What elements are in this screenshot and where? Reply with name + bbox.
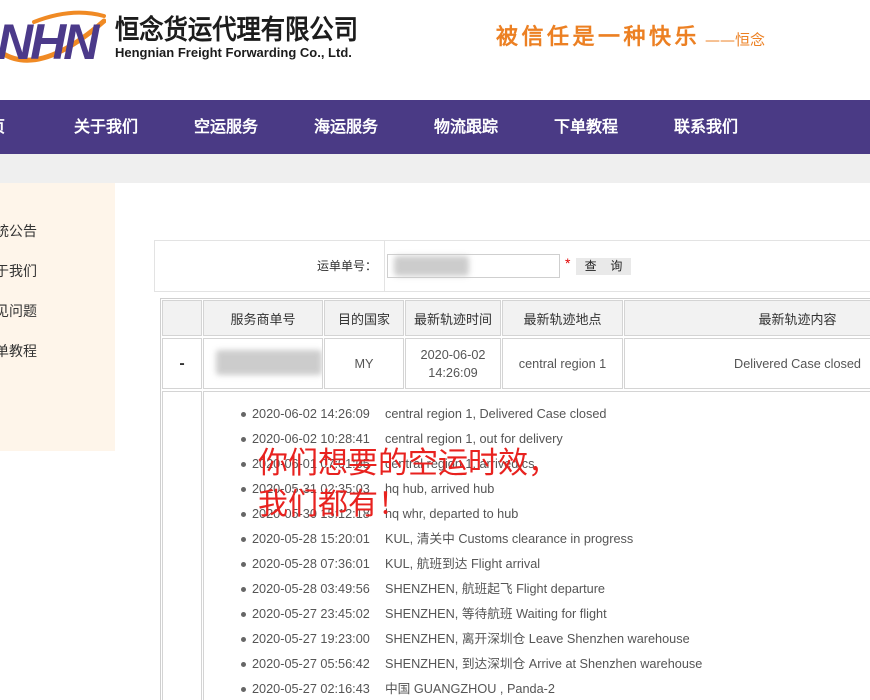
nav-item-contact[interactable]: 联系我们: [646, 100, 766, 154]
bullet-icon: [241, 487, 246, 492]
sidebar-item-faq[interactable]: 见问题: [0, 302, 37, 322]
event-time: 2020-05-27 23:45:02: [252, 607, 370, 621]
list-item: 2020-05-27 02:16:43 中国 GUANGZHOU , Panda-…: [240, 677, 860, 700]
header-cell-provider-number: 服务商单号: [203, 300, 323, 336]
latest-location-cell: central region 1: [502, 338, 623, 389]
event-time: 2020-05-28 07:36:01: [252, 557, 370, 571]
nav-item-home[interactable]: 页: [0, 100, 5, 154]
bullet-icon: [241, 537, 246, 542]
header-cell-latest-time: 最新轨迹时间: [405, 300, 501, 336]
latest-content: Delivered Case closed: [734, 356, 861, 371]
event-time: 2020-05-28 15:20:01: [252, 532, 370, 546]
nav-underband: [0, 154, 870, 183]
tracking-search-form: 运单单号： * 查 询: [154, 240, 870, 292]
sidebar: 统公告 于我们 见问题 单教程: [0, 183, 115, 451]
latest-time-cell: 2020-06-02 14:26:09: [405, 338, 501, 389]
tracking-number-input[interactable]: [387, 254, 560, 278]
sidebar-item-about[interactable]: 于我们: [0, 262, 37, 282]
company-logo[interactable]: NHN: [0, 7, 106, 73]
nav-item-tracking[interactable]: 物流跟踪: [406, 100, 526, 154]
nav-item-air-freight[interactable]: 空运服务: [166, 100, 286, 154]
sidebar-item-announcements[interactable]: 统公告: [0, 222, 37, 242]
sidebar-item-order-guide[interactable]: 单教程: [0, 342, 37, 362]
slogan-signature: ——恒念: [705, 31, 766, 49]
event-time: 2020-05-27 02:16:43: [252, 682, 370, 696]
list-item: 2020-05-28 15:20:01 KUL, 清关中 Customs clea…: [240, 527, 860, 552]
event-desc: SHENZHEN, 离开深圳仓 Leave Shenzhen warehouse: [385, 632, 690, 646]
event-desc: KUL, 航班到达 Flight arrival: [385, 557, 541, 571]
destination-country: MY: [354, 356, 374, 371]
latest-content-cell: Delivered Case closed: [624, 338, 870, 389]
header-cell-toggle: [162, 300, 202, 336]
slogan: 被信任是一种快乐: [496, 24, 701, 50]
bullet-icon: [241, 662, 246, 667]
tracking-number-label: 运单单号：: [316, 259, 377, 273]
bullet-icon: [241, 612, 246, 617]
nav-item-about[interactable]: 关于我们: [46, 100, 166, 154]
search-button[interactable]: 查 询: [576, 258, 631, 275]
event-time: 2020-05-27 05:56:42: [252, 657, 370, 671]
event-desc: SHENZHEN, 到达深圳仓 Arrive at Shenzhen wareh…: [385, 657, 703, 671]
latest-location: central region 1: [518, 356, 607, 371]
bullet-icon: [241, 587, 246, 592]
bullet-icon: [241, 512, 246, 517]
header-cell-destination: 目的国家: [324, 300, 404, 336]
event-desc: KUL, 清关中 Customs clearance in progress: [385, 532, 634, 546]
nav-item-order-guide[interactable]: 下单教程: [526, 100, 646, 154]
list-item: 2020-06-02 14:26:09 central region 1, Del…: [240, 402, 860, 427]
list-item: 2020-05-28 03:49:56 SHENZHEN, 航班起飞 Flight…: [240, 577, 860, 602]
destination-cell: MY: [324, 338, 404, 389]
latest-time: 14:26:09: [428, 365, 478, 380]
bullet-icon: [241, 462, 246, 467]
company-name-en: Hengnian Freight Forwarding Co., Ltd.: [115, 45, 352, 60]
header-cell-latest-content: 最新轨迹内容: [624, 300, 870, 336]
list-item: 2020-05-28 07:36:01 KUL, 航班到达 Flight arri…: [240, 552, 860, 577]
event-desc: SHENZHEN, 等待航班 Waiting for flight: [385, 607, 607, 621]
header-cell-latest-location: 最新轨迹地点: [502, 300, 623, 336]
promo-overlay-line2: 我们都有！: [258, 487, 408, 522]
nav-item-sea-freight[interactable]: 海运服务: [286, 100, 406, 154]
bullet-icon: [241, 687, 246, 692]
event-desc: SHENZHEN, 航班起飞 Flight departure: [385, 582, 605, 596]
tracking-history-cell: 2020-06-02 14:26:09 central region 1, Del…: [203, 391, 870, 700]
event-time: 2020-05-28 03:49:56: [252, 582, 370, 596]
search-label-cell: 运单单号：: [155, 241, 385, 291]
event-time: 2020-06-02 14:26:09: [252, 407, 370, 421]
company-name-cn: 恒念货运代理有限公司: [115, 15, 358, 46]
list-item: 2020-05-27 19:23:00 SHENZHEN, 离开深圳仓 Leave…: [240, 627, 860, 652]
list-item: 2020-05-27 23:45:02 SHENZHEN, 等待航班 Waitin…: [240, 602, 860, 627]
event-desc: 中国 GUANGZHOU , Panda-2: [385, 682, 555, 696]
collapse-toggle[interactable]: -: [179, 355, 184, 373]
event-desc: central region 1, Delivered Case closed: [385, 407, 607, 421]
bullet-icon: [241, 637, 246, 642]
redacted-provider-number: [216, 350, 322, 375]
provider-number-cell: [203, 338, 323, 389]
tracking-number-input-wrap: [387, 254, 560, 278]
latest-date: 2020-06-02: [420, 347, 486, 362]
logo-lettering: NHN: [0, 14, 100, 70]
bullet-icon: [241, 562, 246, 567]
bullet-icon: [241, 437, 246, 442]
promo-overlay-line1: 你们想要的空运时效，: [258, 446, 558, 481]
required-mark: *: [565, 255, 571, 271]
bullet-icon: [241, 412, 246, 417]
main-nav: 页 关于我们 空运服务 海运服务 物流跟踪 下单教程 联系我们: [0, 100, 870, 154]
list-item: 2020-05-27 05:56:42 SHENZHEN, 到达深圳仓 Arriv…: [240, 652, 860, 677]
event-time: 2020-05-27 19:23:00: [252, 632, 370, 646]
detail-spacer-cell: [162, 391, 202, 700]
table-row-toggle-cell: -: [162, 338, 202, 389]
